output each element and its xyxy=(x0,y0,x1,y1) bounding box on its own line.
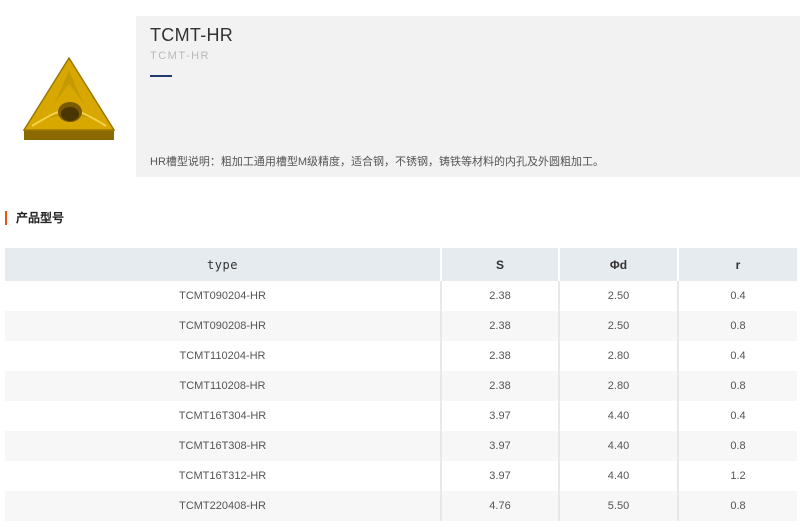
cell-diameter: 2.50 xyxy=(559,281,679,311)
cell-type: TCMT16T312-HR xyxy=(5,461,442,491)
cell-s: 2.38 xyxy=(441,371,560,401)
table-row: TCMT110208-HR 2.38 2.80 0.8 xyxy=(5,371,797,401)
cell-type: TCMT16T308-HR xyxy=(5,431,442,461)
cell-type: TCMT090204-HR xyxy=(5,281,442,311)
cell-type: TCMT090208-HR xyxy=(5,311,442,341)
column-header-diameter: Φd xyxy=(559,248,679,281)
cell-diameter: 2.50 xyxy=(559,311,679,341)
cell-diameter: 2.80 xyxy=(559,371,679,401)
table-row: TCMT090208-HR 2.38 2.50 0.8 xyxy=(5,311,797,341)
cell-diameter: 4.40 xyxy=(559,401,679,431)
triangular-insert-icon xyxy=(22,56,116,140)
cell-diameter: 2.80 xyxy=(559,341,679,371)
cell-s: 3.97 xyxy=(441,461,560,491)
table-row: TCMT220408-HR 4.76 5.50 0.8 xyxy=(5,491,797,521)
table-row: TCMT16T312-HR 3.97 4.40 1.2 xyxy=(5,461,797,491)
cell-type: TCMT220408-HR xyxy=(5,491,442,521)
cell-r: 0.8 xyxy=(678,311,797,341)
cell-r: 0.4 xyxy=(678,341,797,371)
table-row: TCMT110204-HR 2.38 2.80 0.4 xyxy=(5,341,797,371)
cell-s: 3.97 xyxy=(441,431,560,461)
table-row: TCMT090204-HR 2.38 2.50 0.4 xyxy=(5,281,797,311)
cell-r: 0.4 xyxy=(678,281,797,311)
cell-s: 2.38 xyxy=(441,311,560,341)
cell-s: 4.76 xyxy=(441,491,560,521)
product-title: TCMT-HR xyxy=(150,25,234,45)
cell-s: 3.97 xyxy=(441,401,560,431)
cell-r: 0.8 xyxy=(678,431,797,461)
cell-s: 2.38 xyxy=(441,281,560,311)
cell-type: TCMT16T304-HR xyxy=(5,401,442,431)
cell-type: TCMT110204-HR xyxy=(5,341,442,371)
column-header-type: type xyxy=(5,248,442,281)
cell-diameter: 4.40 xyxy=(559,461,679,491)
cell-r: 1.2 xyxy=(678,461,797,491)
spec-table-wrapper: type S Φd r TCMT090204-HR 2.38 2.50 0.4 … xyxy=(5,248,797,527)
spec-table: type S Φd r TCMT090204-HR 2.38 2.50 0.4 … xyxy=(5,248,797,521)
table-row: TCMT16T308-HR 3.97 4.40 0.8 xyxy=(5,431,797,461)
cell-s: 2.38 xyxy=(441,341,560,371)
cell-r: 0.8 xyxy=(678,491,797,521)
title-underline xyxy=(150,75,172,77)
column-header-r: r xyxy=(678,248,797,281)
cell-diameter: 5.50 xyxy=(559,491,679,521)
column-header-s: S xyxy=(441,248,560,281)
section-heading: 产品型号 xyxy=(5,211,64,225)
table-header-row: type S Φd r xyxy=(5,248,797,281)
cell-r: 0.8 xyxy=(678,371,797,401)
product-image xyxy=(0,16,135,176)
cell-type: TCMT110208-HR xyxy=(5,371,442,401)
product-info-panel: TCMT-HR TCMT-HR HR槽型说明：粗加工通用槽型M级精度，适合钢，不… xyxy=(136,16,800,177)
product-subtitle: TCMT-HR xyxy=(150,50,210,62)
product-description: HR槽型说明：粗加工通用槽型M级精度，适合钢，不锈钢，铸铁等材料的内孔及外圆粗加… xyxy=(150,156,605,168)
cell-r: 0.4 xyxy=(678,401,797,431)
table-row: TCMT16T304-HR 3.97 4.40 0.4 xyxy=(5,401,797,431)
cell-diameter: 4.40 xyxy=(559,431,679,461)
product-header: TCMT-HR TCMT-HR HR槽型说明：粗加工通用槽型M级精度，适合钢，不… xyxy=(0,0,800,177)
